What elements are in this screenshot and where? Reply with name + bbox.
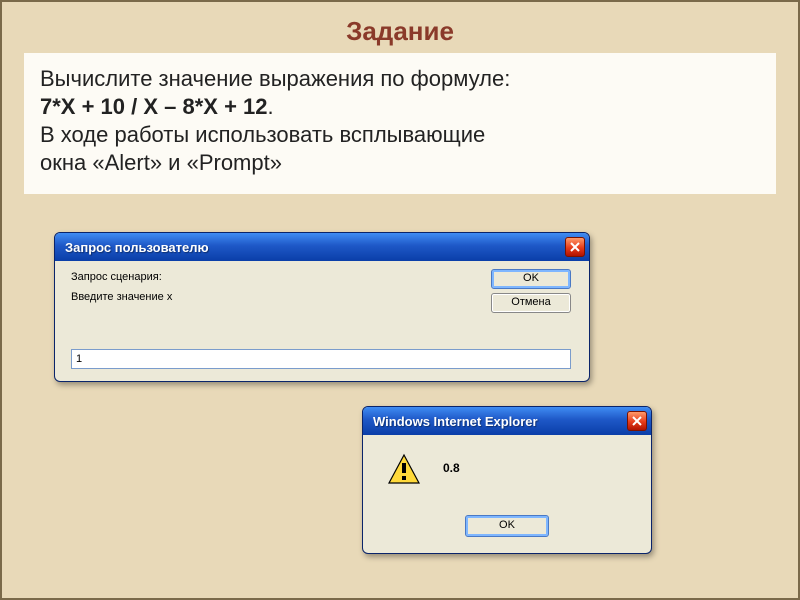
task-formula: 7*X + 10 / X – 8*X + 12 [40,94,268,119]
task-description: Вычислите значение выражения по формуле:… [24,53,776,194]
alert-body: 0.8 OK [363,435,651,553]
prompt-titlebar[interactable]: Запрос пользователю [55,233,589,261]
task-line2a: В ходе работы использовать всплывающие [40,122,485,147]
alert-dialog: Windows Internet Explorer 0.8 OK [362,406,652,554]
prompt-title: Запрос пользователю [65,240,565,255]
alert-message: 0.8 [443,461,460,475]
ok-button[interactable]: OK [491,269,571,289]
prompt-input[interactable] [71,349,571,369]
prompt-dialog: Запрос пользователю Запрос сценария: Вве… [54,232,590,382]
close-icon[interactable] [627,411,647,431]
ok-button[interactable]: OK [465,515,549,537]
alert-titlebar[interactable]: Windows Internet Explorer [363,407,651,435]
formula-suffix: . [268,94,274,119]
prompt-body: Запрос сценария: Введите значение x OK О… [55,261,589,381]
close-icon[interactable] [565,237,585,257]
warning-icon [387,453,421,487]
slide-title: Задание [2,2,798,53]
task-line1: Вычислите значение выражения по формуле: [40,66,510,91]
task-line2b: окна «Alert» и «Prompt» [40,150,282,175]
cancel-button[interactable]: Отмена [491,293,571,313]
alert-title: Windows Internet Explorer [373,414,627,429]
